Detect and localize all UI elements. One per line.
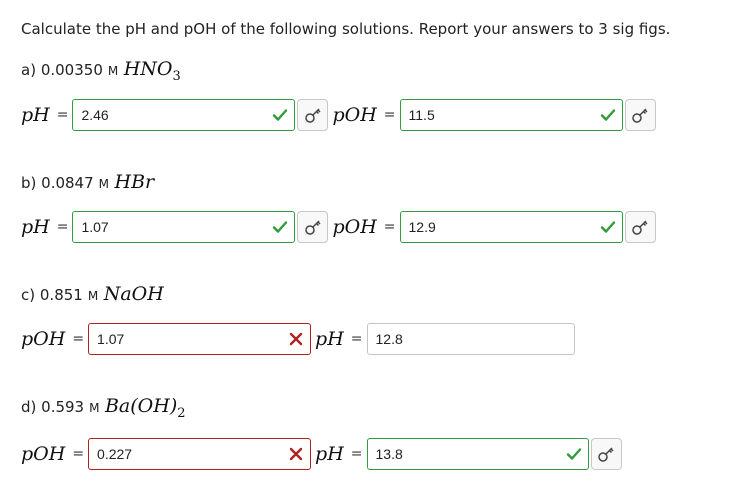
concentration: 0.851 — [39, 286, 83, 304]
formula: HNO3 — [123, 58, 181, 84]
second-label: pOH — [332, 104, 377, 126]
answer-value: 11.5 — [408, 107, 435, 123]
x-icon — [289, 332, 303, 346]
answer-value: 1.07 — [81, 219, 109, 235]
unit: M — [87, 289, 99, 303]
second-answer-field[interactable]: 12.9 — [399, 211, 623, 243]
unit: M — [107, 64, 119, 78]
formula: NaOH — [103, 283, 164, 305]
part-b-label: b) 0.0847 M HBr — [21, 171, 154, 193]
key-button[interactable] — [297, 211, 329, 243]
formula: HBr — [114, 171, 155, 193]
part-c-label: c) 0.851 M NaOH — [21, 283, 164, 305]
concentration: 0.593 — [41, 398, 85, 416]
answer-value: 2.46 — [81, 107, 109, 123]
x-icon — [289, 447, 303, 461]
key-icon — [598, 447, 614, 462]
answer-value: 1.07 — [97, 331, 125, 347]
first-label: pH — [21, 216, 50, 238]
key-icon — [632, 108, 648, 123]
key-button[interactable] — [624, 99, 656, 131]
concentration: 0.00350 — [40, 61, 103, 79]
part-a-row: pH = 2.46 pOH = 11.5 — [21, 99, 656, 131]
equals-sign: = — [350, 331, 363, 347]
key-icon — [305, 108, 321, 123]
part-letter: c) — [21, 286, 36, 304]
second-label: pOH — [332, 216, 377, 238]
first-answer-field[interactable]: 1.07 — [72, 211, 296, 243]
second-answer-field[interactable]: 11.5 — [399, 99, 623, 131]
second-label: pH — [315, 443, 344, 465]
key-button[interactable] — [297, 99, 329, 131]
equals-sign: = — [383, 107, 396, 123]
second-label: pH — [315, 328, 344, 350]
first-label: pH — [21, 104, 50, 126]
unit: M — [89, 401, 100, 415]
part-letter: d) — [21, 398, 37, 416]
equals-sign: = — [72, 446, 85, 462]
first-answer-field[interactable]: 0.227 — [88, 438, 312, 470]
second-answer-field[interactable]: 13.8 — [366, 438, 589, 470]
equals-sign: = — [383, 219, 396, 235]
part-letter: b) — [21, 174, 37, 192]
equals-sign: = — [56, 219, 69, 235]
key-icon — [632, 220, 648, 235]
check-icon — [600, 221, 615, 233]
check-icon — [600, 109, 615, 121]
key-icon — [305, 220, 321, 235]
check-icon — [273, 109, 288, 121]
answer-value: 13.8 — [375, 446, 403, 462]
first-label: pOH — [21, 443, 66, 465]
formula: Ba(OH)2 — [104, 395, 186, 421]
question-prompt: Calculate the pH and pOH of the followin… — [21, 20, 671, 38]
part-a-label: a) 0.00350 M HNO3 — [21, 58, 181, 84]
first-answer-field[interactable]: 1.07 — [88, 323, 312, 355]
key-button[interactable] — [624, 211, 656, 243]
part-b-row: pH = 1.07 pOH = 12.9 — [21, 211, 656, 243]
key-button[interactable] — [590, 438, 622, 470]
unit: M — [98, 177, 110, 191]
first-label: pOH — [21, 328, 66, 350]
answer-value: 12.8 — [375, 331, 403, 347]
answer-value: 12.9 — [408, 219, 436, 235]
check-icon — [273, 221, 288, 233]
concentration: 0.0847 — [41, 174, 94, 192]
equals-sign: = — [350, 446, 363, 462]
equals-sign: = — [72, 331, 85, 347]
part-letter: a) — [21, 61, 37, 79]
first-answer-field[interactable]: 2.46 — [72, 99, 296, 131]
part-d-row: pOH = 0.227 pH = 13.8 — [21, 438, 622, 470]
part-c-row: pOH = 1.07 pH = 12.8 — [21, 323, 575, 355]
answer-value: 0.227 — [97, 446, 133, 462]
equals-sign: = — [56, 107, 69, 123]
check-icon — [566, 448, 581, 460]
second-answer-field[interactable]: 12.8 — [366, 323, 575, 355]
part-d-label: d) 0.593 M Ba(OH)2 — [21, 395, 186, 421]
